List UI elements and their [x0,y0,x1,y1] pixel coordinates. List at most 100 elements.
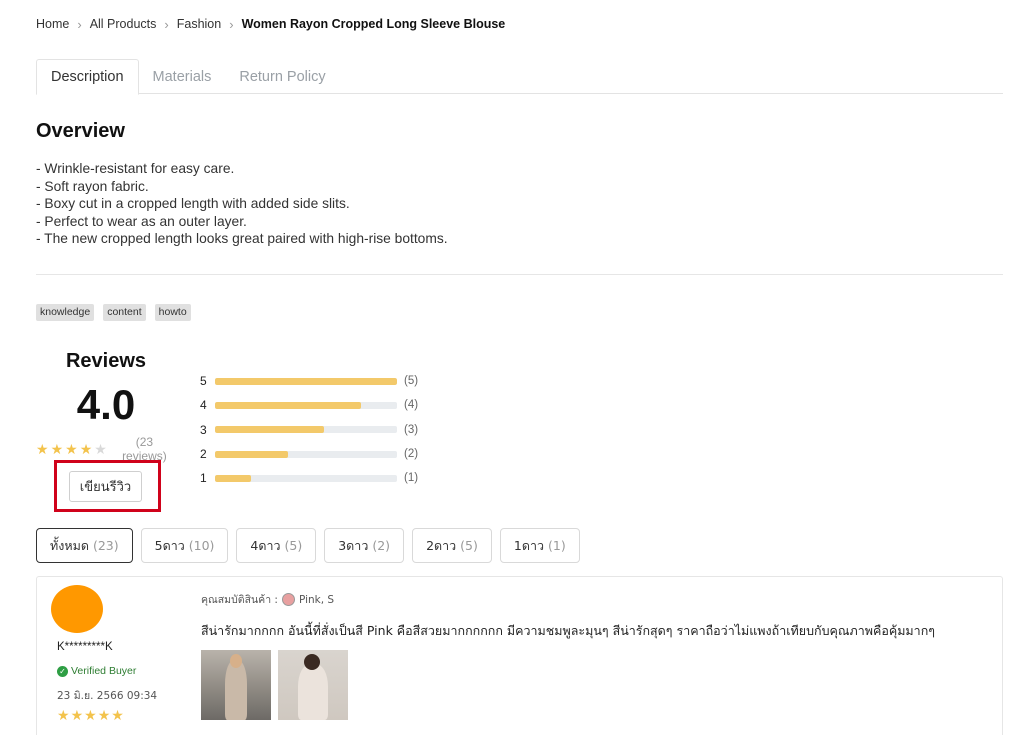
review-stars: ★ ★ ★ ★ ★ [57,708,124,722]
review-filters: ทั้งหมด (23) 5ดาว (10) 4ดาว (5) 3ดาว (2) 2ดา… [36,528,580,563]
filter-count: (10) [188,538,215,553]
filter-count: (1) [548,538,566,553]
photo-figure [225,660,247,720]
tab-materials[interactable]: Materials [139,59,226,94]
star-icon: ★ [36,441,49,457]
distribution-row: 3 (3) [200,418,418,442]
tag-content[interactable]: content [103,304,146,321]
distribution-count: (5) [404,375,419,388]
check-circle-icon: ✓ [57,665,68,677]
review-photo[interactable] [201,650,271,720]
photo-figure-head [304,654,320,670]
distribution-row: 5 (5) [200,369,418,393]
distribution-count: (3) [404,423,419,436]
reviews-title: Reviews [65,350,147,372]
photo-figure-head [230,654,242,668]
attribute-value: Pink, S [298,593,335,606]
filter-2-star[interactable]: 2ดาว (5) [412,528,492,563]
write-review-button[interactable]: เขียนรีวิว [69,471,142,502]
filter-label: 4ดาว [250,537,281,553]
overview-point: - Wrinkle-resistant for easy care. [36,161,235,176]
rating-distribution: 5 (5) 4 (4) 3 (3) 2 (2) 1 (1) [200,369,418,490]
filter-count: (23) [92,538,119,553]
overview-point: - The new cropped length looks great pai… [36,231,448,246]
filter-5-star[interactable]: 5ดาว (10) [140,528,229,563]
tab-return-policy[interactable]: Return Policy [225,59,339,94]
overview-point: - Perfect to wear as an outer layer. [36,213,247,229]
distribution-bar [215,474,397,482]
filter-all[interactable]: ทั้งหมด (23) [36,528,133,563]
chevron-right-icon: › [77,16,82,32]
star-icon: ★ [50,441,64,457]
write-review-highlight: เขียนรีวิว [54,460,161,512]
filter-3-star[interactable]: 3ดาว (2) [324,528,405,563]
filter-count: (5) [460,538,478,553]
section-divider [36,274,1003,275]
avatar [51,585,103,633]
distribution-row: 4 (4) [200,393,418,417]
breadcrumb-current: Women Rayon Cropped Long Sleeve Blouse [241,17,506,31]
distribution-bar [215,401,397,409]
distribution-row: 1 (1) [200,466,418,490]
star-icon: ★ [65,441,78,457]
chevron-right-icon: › [229,16,234,32]
filter-label: 2ดาว [426,537,457,553]
review-card: K*********K ✓ Verified Buyer 23 มิ.ย. 25… [36,576,1003,735]
review-count: (23 reviews) [122,435,167,463]
filter-label: 3ดาว [338,537,369,553]
tag-knowledge[interactable]: knowledge [36,304,95,321]
average-rating: 4.0 [76,381,136,428]
distribution-bar-fill [215,450,288,458]
filter-4-star[interactable]: 4ดาว (5) [236,528,317,563]
review-photos [201,650,348,720]
distribution-bar-fill [215,474,252,482]
average-stars: ★ ★ ★ ★ ★ (23 reviews) [36,435,176,463]
distribution-star: 5 [200,374,207,389]
filter-count: (5) [284,538,303,553]
breadcrumb-fashion[interactable]: Fashion [177,17,221,31]
star-icon: ★ [97,707,111,723]
star-icon: ★ [70,707,84,723]
star-icon: ★ [94,441,107,457]
filter-count: (2) [372,538,391,553]
breadcrumb-all-products[interactable]: All Products [90,17,157,31]
filter-label: 1ดาว [513,537,544,553]
distribution-count: (1) [404,472,419,485]
verified-label: Verified Buyer [71,665,137,677]
star-icon: ★ [84,707,97,723]
reviewer-name: K*********K [57,641,113,653]
review-date: 23 มิ.ย. 2566 09:34 [57,690,158,702]
breadcrumb: Home › All Products › Fashion › Women Ra… [36,16,505,32]
star-icon: ★ [79,441,93,457]
star-icon: ★ [57,707,70,723]
distribution-star: 2 [200,447,207,462]
overview-point: - Soft rayon fabric. [36,178,149,194]
distribution-row: 2 (2) [200,442,418,466]
photo-figure [298,664,328,720]
distribution-count: (2) [404,448,419,461]
review-photo[interactable] [278,650,348,720]
tag-list: knowledge content howto [36,304,191,321]
breadcrumb-home[interactable]: Home [36,17,69,31]
distribution-bar [215,426,397,434]
tag-howto[interactable]: howto [154,304,191,321]
distribution-count: (4) [404,399,419,412]
tab-description[interactable]: Description [36,59,139,95]
review-text: สีน่ารักมากกกก อันนี้ที่สั่งเป็นสี Pink … [201,623,935,638]
distribution-bar-fill [215,377,397,385]
filter-1-star[interactable]: 1ดาว (1) [499,528,580,563]
distribution-star: 1 [200,471,207,486]
distribution-star: 4 [200,398,207,413]
overview-point: - Boxy cut in a cropped length with adde… [36,196,350,211]
distribution-bar-fill [215,426,325,434]
review-summary: Reviews 4.0 ★ ★ ★ ★ ★ (23 reviews) [36,350,176,463]
distribution-bar [215,377,397,385]
overview-list: - Wrinkle-resistant for easy care. - Sof… [36,160,448,248]
chevron-right-icon: › [164,16,169,32]
overview-title: Overview [36,120,125,142]
filter-label: ทั้งหมด [50,537,89,553]
color-swatch [281,593,295,606]
distribution-star: 3 [200,422,207,437]
product-tabs: Description Materials Return Policy [36,59,1003,95]
attribute-label: คุณสมบัติสินค้า : [201,594,278,606]
